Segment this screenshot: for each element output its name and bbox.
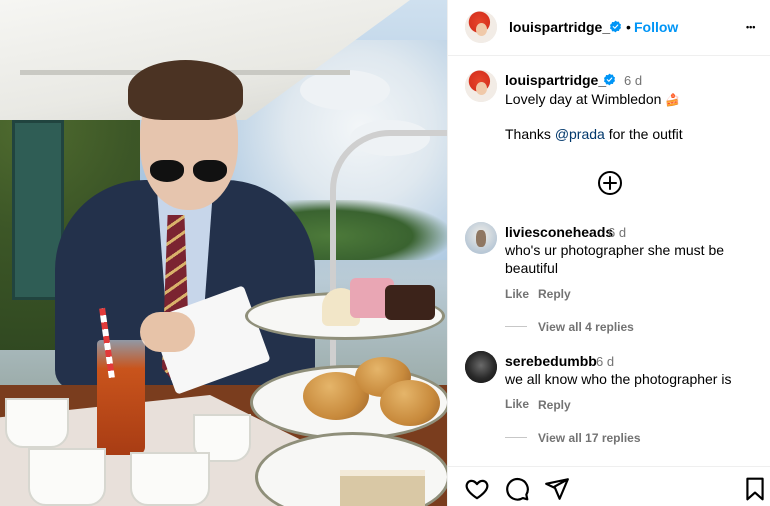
comment-timestamp[interactable]: 6 d <box>608 225 626 240</box>
photo-teacup <box>5 398 69 448</box>
comment-text: beautiful <box>505 260 558 276</box>
photo-person-hair <box>128 60 243 120</box>
avatar-image <box>465 351 497 383</box>
more-options-icon[interactable]: ••• <box>746 17 764 37</box>
comment-username[interactable]: serebedumbb <box>505 353 597 369</box>
comment-icon[interactable] <box>504 476 530 502</box>
photo-cake <box>385 285 435 320</box>
author-avatar[interactable] <box>465 11 497 43</box>
verified-badge-icon <box>609 20 622 33</box>
follow-button[interactable]: Follow <box>634 19 678 35</box>
caption-line-2: Thanks @prada for the outfit <box>505 126 683 142</box>
photo-drink-glass <box>97 340 145 455</box>
comment-text: we all know who the photographer is <box>505 371 732 387</box>
caption-timestamp[interactable]: 6 d <box>624 73 642 88</box>
cake-emoji: 🍰 <box>665 93 681 107</box>
comment-text: who's ur photographer she must be <box>505 242 725 258</box>
photo-sunglasses <box>193 160 227 182</box>
post-side-panel: louispartridge_ • Follow ••• louispartri… <box>447 0 770 506</box>
comment-avatar[interactable] <box>465 351 497 383</box>
comment-timestamp[interactable]: 6 d <box>596 354 614 369</box>
caption-author-username[interactable]: louispartridge_ <box>505 72 606 88</box>
heart-icon[interactable] <box>464 476 490 502</box>
comment-like-button[interactable]: Like <box>505 287 529 301</box>
verified-badge-icon <box>603 73 616 86</box>
follow-separator: • <box>626 19 631 35</box>
caption-line-1: Lovely day at Wimbledon 🍰 <box>505 91 680 107</box>
avatar-face <box>476 23 488 36</box>
photo-cloud <box>300 70 390 110</box>
photo-sugar-bowl <box>28 448 106 506</box>
load-more-comments-icon[interactable] <box>597 170 623 196</box>
avatar-figure <box>476 230 486 247</box>
bookmark-icon[interactable] <box>742 476 768 502</box>
photo-sunglasses <box>150 160 184 182</box>
caption-text-prefix: Thanks <box>505 126 555 142</box>
photo-hand <box>140 312 195 352</box>
photo-sandwich <box>340 470 425 506</box>
mention-link[interactable]: @prada <box>555 126 605 142</box>
replies-divider <box>505 326 527 327</box>
replies-divider <box>505 437 527 438</box>
caption-author-avatar[interactable] <box>465 70 497 102</box>
comment-reply-button[interactable]: Reply <box>538 287 571 301</box>
comment-reply-button[interactable]: Reply <box>538 398 571 412</box>
view-replies-button[interactable]: View all 4 replies <box>538 320 634 334</box>
avatar-face <box>476 82 488 95</box>
comment-username[interactable]: liviesconeheads <box>505 224 613 240</box>
photo-scone <box>380 380 440 426</box>
share-icon[interactable] <box>544 476 570 502</box>
author-username[interactable]: louispartridge_ <box>509 19 610 35</box>
photo-creamer <box>130 452 210 506</box>
view-replies-button[interactable]: View all 17 replies <box>538 431 641 445</box>
caption-text: Lovely day at Wimbledon <box>505 91 662 107</box>
caption-text-suffix: for the outfit <box>604 126 683 142</box>
post-action-bar <box>448 466 770 506</box>
comment-like-button[interactable]: Like <box>505 397 529 411</box>
post-photo[interactable] <box>0 0 447 506</box>
post-header: louispartridge_ • Follow ••• <box>448 0 770 56</box>
comment-avatar[interactable] <box>465 222 497 254</box>
